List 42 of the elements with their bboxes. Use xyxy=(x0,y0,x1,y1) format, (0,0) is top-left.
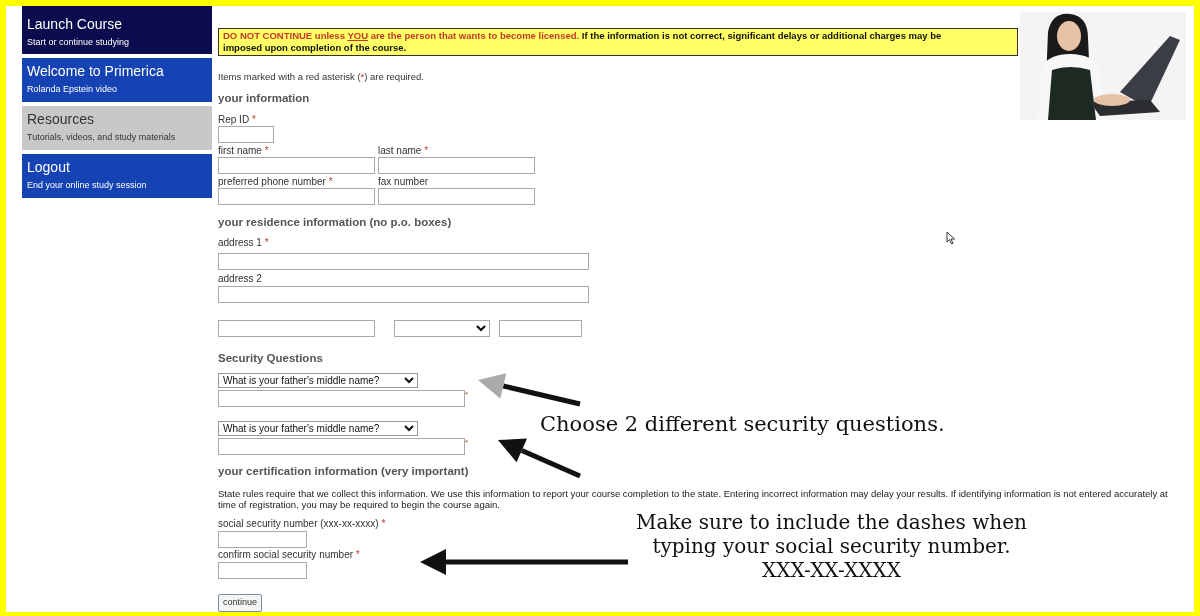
field-label: social security number (xxx-xx-xxxx) * xyxy=(218,518,386,531)
field-label: fax number xyxy=(378,175,429,188)
text-input[interactable] xyxy=(218,438,465,455)
required-note: Items marked with a red asterisk (*) are required. xyxy=(218,70,425,84)
pointer-icon xyxy=(946,231,956,245)
text-input[interactable] xyxy=(218,156,375,174)
field-label: confirm social security number * xyxy=(218,549,360,562)
sidebar-item[interactable]: Resources Tutorials, videos, and study materials xyxy=(22,106,212,150)
warning-notice: DO NOT CONTINUE unless YOU are the person that wants to become licensed. If the information is not correct, significant delays or additional charges may be imposed upon completion of the course. xyxy=(218,28,1018,56)
required-mark: * xyxy=(465,438,469,448)
section-heading: your certification information (very important) xyxy=(218,464,470,479)
text-input[interactable] xyxy=(499,319,582,337)
field-label: address 1 * xyxy=(218,236,269,249)
field-label: first name * xyxy=(218,144,269,157)
annotation-text: Make sure to include the dashes when typing your social security number. XXX-XX-XXXX xyxy=(636,510,1027,582)
sidebar-item[interactable]: Launch Course Start or continue studying xyxy=(22,6,212,54)
text-input[interactable] xyxy=(218,390,465,407)
text-input[interactable] xyxy=(218,187,375,205)
text-input[interactable] xyxy=(218,319,375,337)
section-heading: Security Questions xyxy=(218,350,324,366)
text-input[interactable] xyxy=(218,125,274,143)
section-heading: your information xyxy=(218,91,311,107)
text-input[interactable] xyxy=(218,531,307,549)
state-select[interactable] xyxy=(394,319,490,337)
text-input[interactable] xyxy=(218,285,589,303)
sidebar-item[interactable]: Logout End your online study session xyxy=(22,154,212,198)
text-input[interactable] xyxy=(378,156,535,174)
required-mark: * xyxy=(465,390,469,400)
text-input[interactable] xyxy=(378,187,535,205)
question-select[interactable]: What is your father's middle name? xyxy=(218,421,418,436)
annotation-text: Choose 2 different security questions. xyxy=(540,412,945,436)
field-label: last name * xyxy=(378,144,429,157)
certification-note: State rules require that we collect this information. We use this information to report your course completion to the state. Entering incorrect information may delay your results. If identifying information is not entered accurately at time of registration, you may be required to begin the course again. xyxy=(218,488,1169,511)
text-input[interactable] xyxy=(218,562,307,580)
question-select[interactable]: What is your father's middle name? xyxy=(218,373,418,388)
field-label: Rep ID * xyxy=(218,113,256,126)
text-input[interactable] xyxy=(218,252,589,270)
field-label: preferred phone number * xyxy=(218,175,333,188)
section-heading: your residence information (no p.o. boxes) xyxy=(218,214,453,230)
continue-button[interactable]: continue xyxy=(218,594,263,612)
sidebar-item[interactable]: Welcome to Primerica Rolanda Epstein video xyxy=(22,58,212,102)
field-label: address 2 xyxy=(218,272,262,285)
